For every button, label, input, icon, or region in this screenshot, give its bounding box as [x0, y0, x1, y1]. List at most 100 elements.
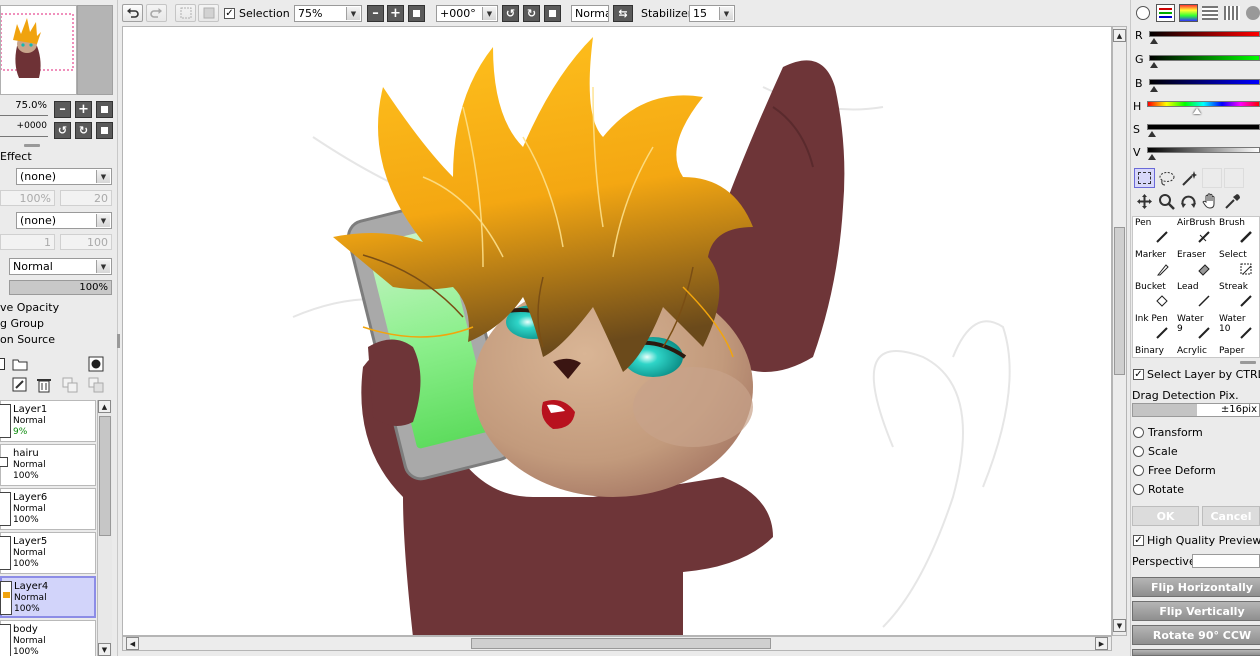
merge-down-icon[interactable]: [62, 377, 78, 396]
panel-splitter-vertical[interactable]: [117, 334, 120, 348]
nav-rotate-reset-button[interactable]: [96, 122, 113, 139]
brush-eraser[interactable]: Eraser: [1175, 249, 1215, 281]
panel-splitter-handle[interactable]: [1240, 361, 1256, 364]
hq-preview-checkbox[interactable]: ✓: [1133, 535, 1144, 546]
rotate-ccw-button[interactable]: ↺: [502, 5, 519, 22]
v-slider-handle[interactable]: [1148, 154, 1156, 160]
canvas-area[interactable]: [122, 26, 1112, 636]
scroll-down-icon[interactable]: ▼: [1113, 619, 1126, 632]
selection-source-option[interactable]: on Source: [0, 333, 55, 346]
hand-tool[interactable]: [1202, 192, 1219, 213]
new-layer-icon[interactable]: [0, 358, 5, 370]
cancel-button[interactable]: Cancel: [1202, 506, 1260, 526]
r-slider[interactable]: [1149, 31, 1260, 37]
mixer-mode-icon[interactable]: [1246, 6, 1260, 20]
brush-bucket[interactable]: Bucket: [1133, 281, 1173, 313]
r-slider-handle[interactable]: [1150, 38, 1158, 44]
texture-strength-field[interactable]: 20: [60, 190, 112, 206]
scroll-thumb[interactable]: [1114, 227, 1125, 375]
magic-wand-tool[interactable]: [1180, 170, 1198, 190]
nav-rotate-cw-button[interactable]: ↻: [75, 122, 92, 139]
brush-airbrush[interactable]: AirBrush: [1175, 217, 1215, 249]
rect-select-tool[interactable]: [1134, 168, 1155, 188]
perspective-slider[interactable]: [1192, 554, 1260, 568]
transform-radio[interactable]: [1133, 427, 1144, 438]
nav-rotation-slider-track[interactable]: [0, 136, 48, 137]
flip-view-button[interactable]: ⇆: [613, 5, 633, 22]
free-deform-radio[interactable]: [1133, 465, 1144, 476]
layer-item-selected[interactable]: Layer4 Normal 100%: [0, 576, 96, 618]
effect-strength-field[interactable]: 100: [60, 234, 112, 250]
scroll-right-icon[interactable]: ▶: [1095, 637, 1108, 650]
layer-item[interactable]: body Normal 100%: [0, 620, 96, 656]
scroll-down-icon[interactable]: ▼: [98, 643, 111, 656]
layer-blend-mode-dropdown[interactable]: Normal ▼: [9, 258, 112, 275]
select-layer-checkbox[interactable]: ✓: [1133, 369, 1144, 380]
flip-vertically-button[interactable]: Flip Vertically: [1132, 601, 1260, 621]
move-tool[interactable]: [1136, 193, 1153, 213]
zoom-in-button[interactable]: +: [387, 5, 404, 22]
g-slider[interactable]: [1149, 55, 1260, 61]
s-slider[interactable]: [1147, 124, 1260, 130]
brush-paper[interactable]: Paper: [1217, 345, 1257, 357]
scroll-thumb[interactable]: [471, 638, 771, 649]
layer-opacity-slider[interactable]: 100%: [9, 280, 112, 295]
s-slider-handle[interactable]: [1148, 131, 1156, 137]
h-slider[interactable]: [1147, 101, 1260, 107]
layer-mask-icon[interactable]: [88, 356, 104, 375]
scale-radio[interactable]: [1133, 446, 1144, 457]
brush-water-9[interactable]: Water 9: [1175, 313, 1215, 345]
nav-zoom-slider-track[interactable]: [0, 115, 48, 116]
canvas-vertical-scrollbar[interactable]: ▲ ▼: [1112, 26, 1127, 636]
folder-icon[interactable]: [12, 357, 28, 374]
layer-list-scrollbar[interactable]: ▲ ▼: [97, 400, 112, 656]
rotate-cw-button[interactable]: ↻: [523, 5, 540, 22]
panel-splitter-handle[interactable]: [24, 144, 40, 147]
effect-dropdown[interactable]: (none) ▼: [16, 212, 112, 229]
scroll-left-icon[interactable]: ◀: [126, 637, 139, 650]
merge-visible-icon[interactable]: [88, 377, 104, 396]
nav-zoom-out-button[interactable]: –: [54, 101, 71, 118]
brush-water-10[interactable]: Water 10: [1217, 313, 1257, 345]
brush-binary[interactable]: Binary: [1133, 345, 1173, 357]
stabilizer-dropdown[interactable]: 15 ▼: [689, 5, 735, 22]
redo-button[interactable]: [146, 4, 167, 22]
layer-item[interactable]: hairu Normal 100%: [0, 444, 96, 486]
g-slider-handle[interactable]: [1150, 62, 1158, 68]
h-slider-handle[interactable]: [1193, 108, 1201, 114]
deselect-button[interactable]: [175, 4, 196, 22]
layer-item[interactable]: Layer6 Normal 100%: [0, 488, 96, 530]
brush-brush[interactable]: Brush: [1217, 217, 1257, 249]
layer-item[interactable]: Layer1 Normal 9%: [0, 400, 96, 442]
lasso-tool[interactable]: [1158, 170, 1176, 190]
nav-zoom-in-button[interactable]: +: [75, 101, 92, 118]
rotate-view-tool[interactable]: [1180, 193, 1197, 213]
flip-horizontally-button[interactable]: Flip Horizontally: [1132, 577, 1260, 597]
b-slider[interactable]: [1149, 79, 1260, 85]
selection-checkbox[interactable]: ✓: [224, 8, 235, 19]
scroll-up-icon[interactable]: ▲: [98, 400, 111, 413]
zoom-reset-button[interactable]: [408, 5, 425, 22]
artwork-canvas[interactable]: [123, 27, 1112, 636]
effect-width-field[interactable]: 1: [0, 234, 55, 250]
scroll-thumb[interactable]: [99, 416, 111, 536]
rotation-dropdown[interactable]: +000° ▼: [436, 5, 498, 22]
eyedropper-tool[interactable]: [1224, 193, 1241, 213]
brush-marker[interactable]: Marker: [1133, 249, 1173, 281]
navigator-preview[interactable]: [0, 5, 77, 95]
color-wheel-mode-icon[interactable]: [1136, 6, 1150, 20]
hsv-slider-mode-icon[interactable]: [1179, 4, 1198, 22]
texture-scale-field[interactable]: 100%: [0, 190, 55, 206]
texture-dropdown[interactable]: (none) ▼: [16, 168, 112, 185]
brush-acrylic[interactable]: Acrylic: [1175, 345, 1215, 357]
clipping-group-option[interactable]: g Group: [0, 317, 44, 330]
scratchpad-mode-icon[interactable]: [1224, 6, 1240, 20]
brush-streak[interactable]: Streak: [1217, 281, 1257, 313]
swatches-mode-icon[interactable]: [1202, 6, 1218, 20]
nav-zoom-reset-button[interactable]: [96, 101, 113, 118]
zoom-dropdown[interactable]: 75% ▼: [294, 5, 362, 22]
rotate-radio[interactable]: [1133, 484, 1144, 495]
scroll-up-icon[interactable]: ▲: [1113, 29, 1126, 42]
invert-selection-button[interactable]: [198, 4, 219, 22]
clear-layer-icon[interactable]: [12, 377, 28, 396]
